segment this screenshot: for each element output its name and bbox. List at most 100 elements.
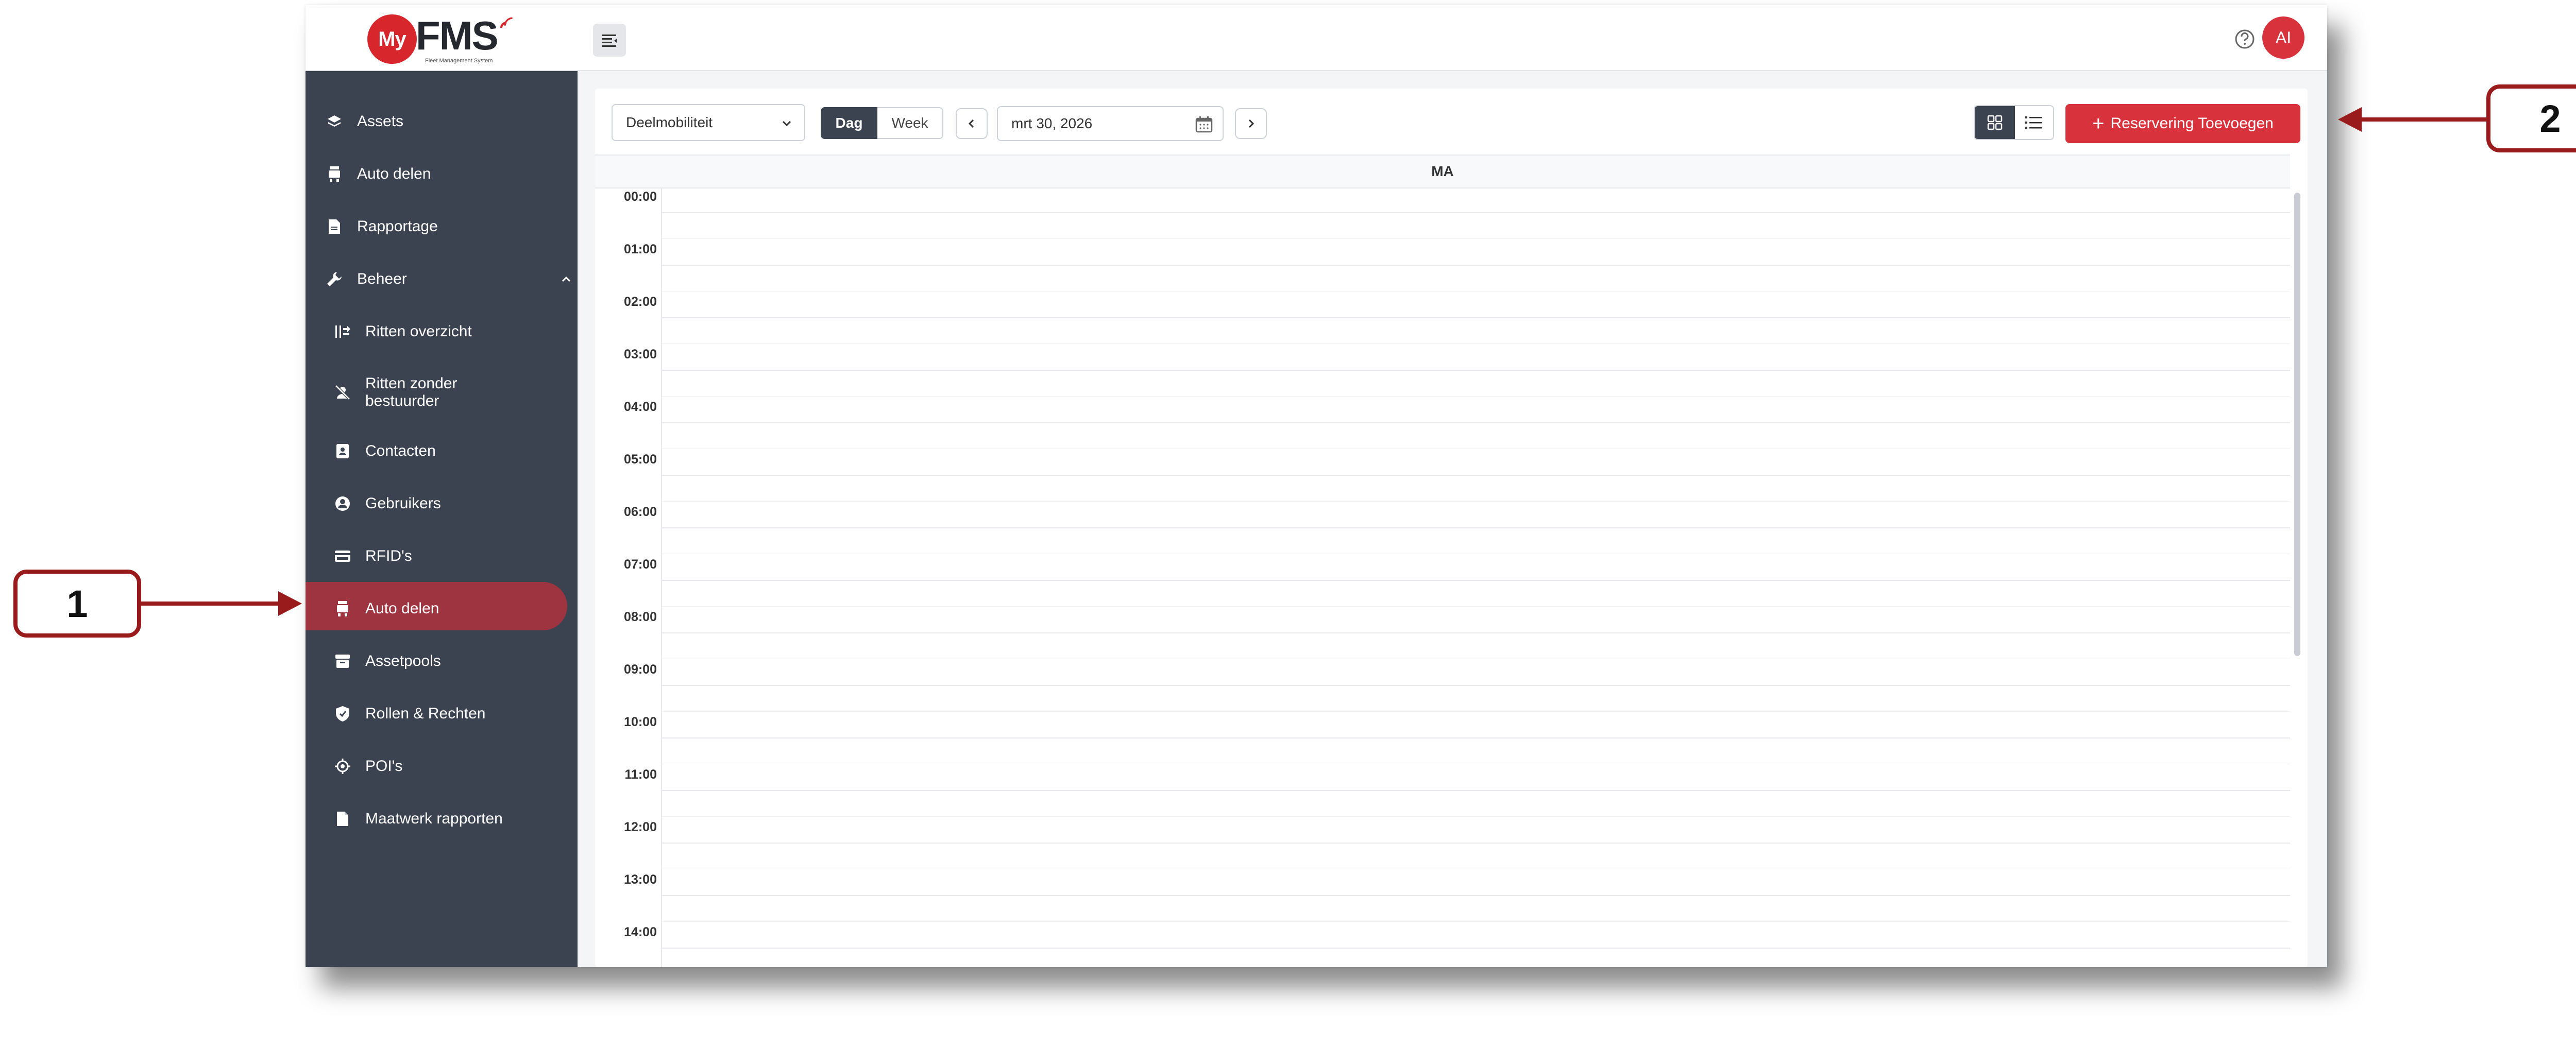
half-hour-slot[interactable] (662, 606, 2290, 607)
callout-2: 2 (2486, 84, 2576, 152)
sidebar-item-assetpools[interactable]: Assetpools (306, 641, 604, 682)
time-label: 01:00 (624, 242, 657, 256)
menu-collapse-button[interactable] (593, 24, 626, 57)
sidebar-item-ritten-overzicht[interactable]: Ritten overzicht (306, 311, 604, 352)
time-label: 08:00 (624, 610, 657, 624)
hour-slot[interactable] (662, 580, 2290, 581)
sidebar-item-beheer[interactable]: Beheer (306, 259, 596, 300)
plus-icon: + (2092, 112, 2105, 135)
grid-icon (1987, 115, 2003, 130)
chevron-up-icon[interactable] (560, 273, 572, 285)
select-value: Deelmobiliteit (626, 114, 713, 130)
hour-slot[interactable] (662, 632, 2290, 633)
callout-1-arrowhead-icon (278, 591, 302, 616)
no-driver-icon (332, 382, 353, 403)
layers-icon (324, 111, 345, 132)
hour-slot[interactable] (662, 475, 2290, 476)
time-label: 14:00 (624, 925, 657, 939)
shield-icon (332, 703, 353, 724)
sidebar-item-gebruikers[interactable]: Gebruikers (306, 483, 604, 524)
car-share-icon (324, 164, 345, 184)
sidebar-item-auto-delen[interactable]: Auto delen (306, 153, 596, 195)
trips-icon (332, 321, 353, 342)
document-icon (332, 809, 353, 829)
callout-2-arrow-line (2360, 117, 2488, 122)
half-hour-slot[interactable] (662, 343, 2290, 344)
sidebar-item-auto-delen-active[interactable]: Auto delen (306, 588, 604, 629)
sidebar-item-label: Maatwerk rapporten (365, 810, 503, 827)
logo[interactable]: My FMS Fleet Management System (306, 5, 578, 71)
logo-badge: My (367, 14, 417, 64)
sidebar-item-label: Ritten overzicht (365, 323, 472, 340)
half-hour-slot[interactable] (662, 238, 2290, 239)
sidebar-item-ritten-zonder-bestuurder[interactable]: Ritten zonder bestuurder (306, 367, 604, 418)
avatar[interactable]: AI (2262, 16, 2304, 59)
view-week-button[interactable]: Week (877, 107, 943, 139)
label-line-2: bestuurder (365, 392, 439, 409)
previous-date-button[interactable] (956, 108, 988, 139)
time-label: 04:00 (624, 400, 657, 414)
hour-slot[interactable] (662, 265, 2290, 266)
view-day-button[interactable]: Dag (821, 107, 877, 139)
report-icon (324, 216, 345, 237)
category-select[interactable]: Deelmobiliteit (612, 104, 805, 141)
scrollbar[interactable] (2294, 193, 2300, 656)
half-hour-slot[interactable] (662, 711, 2290, 712)
hour-slot[interactable] (662, 212, 2290, 213)
half-hour-slot[interactable] (662, 921, 2290, 922)
sidebar-item-rapportage[interactable]: Rapportage (306, 206, 596, 247)
half-hour-slot[interactable] (662, 501, 2290, 502)
wrench-icon (324, 269, 345, 289)
time-label: 09:00 (624, 662, 657, 677)
hour-slot[interactable] (662, 737, 2290, 738)
calendar-icon[interactable] (1195, 115, 1213, 134)
logo-subtitle: Fleet Management System (425, 58, 493, 64)
hour-slot[interactable] (662, 370, 2290, 371)
hour-slot[interactable] (662, 948, 2290, 949)
next-date-button[interactable] (1235, 108, 1267, 139)
hour-slot[interactable] (662, 843, 2290, 844)
sidebar-item-label: Assetpools (365, 652, 441, 669)
callout-2-arrowhead-icon (2338, 107, 2362, 132)
help-icon[interactable] (2234, 29, 2255, 49)
sidebar-item-contacten[interactable]: Contacten (306, 431, 604, 472)
half-hour-slot[interactable] (662, 816, 2290, 817)
hour-slot[interactable] (662, 790, 2290, 791)
target-icon (332, 756, 353, 777)
time-label: 03:00 (624, 347, 657, 362)
sidebar-item-rfids[interactable]: RFID's (306, 536, 604, 577)
time-label: 11:00 (624, 767, 657, 782)
card-icon (332, 546, 353, 566)
day-column-header: MA (595, 154, 2290, 188)
hour-slot[interactable] (662, 895, 2290, 896)
app-window: My FMS Fleet Management System Assets Au… (306, 5, 2327, 967)
sidebar-item-assets[interactable]: Assets (306, 101, 596, 142)
add-reservation-label: Reservering Toevoegen (2110, 115, 2274, 132)
half-hour-slot[interactable] (662, 396, 2290, 397)
hour-slot[interactable] (662, 422, 2290, 423)
add-reservation-button[interactable]: + Reservering Toevoegen (2065, 104, 2300, 143)
time-label: 02:00 (624, 295, 657, 309)
calendar-panel: Deelmobiliteit Dag Week mrt 30, 2026 + R… (595, 89, 2308, 967)
label-line-1: Ritten zonder (365, 375, 457, 392)
sidebar-item-label: Rollen & Rechten (365, 705, 486, 722)
hour-slot[interactable] (662, 317, 2290, 318)
hour-slot[interactable] (662, 527, 2290, 528)
chevron-down-icon (782, 121, 791, 127)
sidebar-item-pois[interactable]: POI's (306, 746, 604, 787)
sidebar-item-label: Auto delen (365, 600, 439, 617)
sidebar-item-label: Auto delen (357, 165, 431, 182)
time-grid[interactable]: 00:00 01:00 02:00 03:00 04:00 05:00 06:00 07:00… (595, 187, 2290, 967)
logo-wordmark: FMS (416, 13, 499, 58)
sidebar-item-maatwerk-rapporten[interactable]: Maatwerk rapporten (306, 798, 604, 839)
time-label: 06:00 (624, 505, 657, 519)
list-view-button[interactable] (2014, 106, 2053, 139)
time-label: 12:00 (624, 820, 657, 834)
date-picker-input[interactable]: mrt 30, 2026 (997, 106, 1224, 141)
sidebar-item-rollen-rechten[interactable]: Rollen & Rechten (306, 693, 604, 734)
top-bar: AI (578, 5, 2327, 71)
grid-view-button[interactable] (1975, 106, 2015, 139)
sidebar-item-label: Beheer (357, 270, 407, 287)
hour-slot[interactable] (662, 685, 2290, 686)
sidebar-item-label: Contacten (365, 442, 436, 459)
